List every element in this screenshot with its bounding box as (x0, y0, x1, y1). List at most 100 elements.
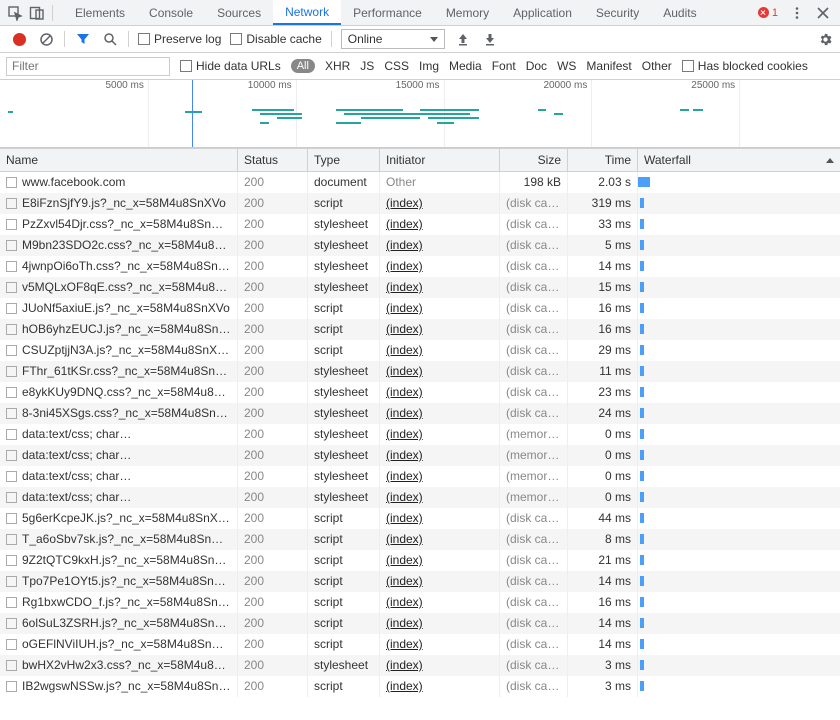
disable-cache-checkbox[interactable]: Disable cache (230, 32, 321, 46)
tab-memory[interactable]: Memory (434, 0, 501, 25)
cell-initiator-link[interactable]: (index) (386, 511, 423, 525)
search-icon[interactable] (101, 30, 119, 48)
col-header-waterfall[interactable]: Waterfall (638, 149, 840, 171)
filter-type-css[interactable]: CSS (384, 59, 409, 73)
table-row[interactable]: data:text/css; char…200stylesheet(index)… (0, 487, 840, 508)
cell-initiator-link[interactable]: (index) (386, 259, 423, 273)
tab-console[interactable]: Console (137, 0, 205, 25)
close-devtools-icon[interactable] (812, 2, 834, 24)
cell-initiator-link[interactable]: (index) (386, 679, 423, 693)
filter-type-manifest[interactable]: Manifest (586, 59, 631, 73)
cell-initiator-link[interactable]: (index) (386, 532, 423, 546)
cell-initiator-link[interactable]: (index) (386, 637, 423, 651)
table-row[interactable]: e8ykKUy9DNQ.css?_nc_x=58M4u8…200styleshe… (0, 382, 840, 403)
throttling-select[interactable]: Online (341, 29, 446, 49)
kebab-menu-icon[interactable] (786, 2, 808, 24)
cell-initiator-link[interactable]: (index) (386, 553, 423, 567)
cell-initiator-link[interactable]: (index) (386, 595, 423, 609)
disable-cache-label: Disable cache (246, 32, 321, 46)
cell-initiator-link[interactable]: (index) (386, 427, 423, 441)
table-row[interactable]: Rg1bxwCDO_f.js?_nc_x=58M4u8Sn…200script(… (0, 592, 840, 613)
record-button[interactable] (10, 30, 28, 48)
tab-application[interactable]: Application (501, 0, 584, 25)
table-row[interactable]: data:text/css; char…200stylesheet(index)… (0, 466, 840, 487)
filter-toggle-icon[interactable] (74, 30, 92, 48)
clear-button[interactable] (37, 30, 55, 48)
table-row[interactable]: 8-3ni45XSgs.css?_nc_x=58M4u8Sn…200styles… (0, 403, 840, 424)
table-row[interactable]: 6olSuL3ZSRH.js?_nc_x=58M4u8Sn…200script(… (0, 613, 840, 634)
table-row[interactable]: hOB6yhzEUCJ.js?_nc_x=58M4u8Sn…200script(… (0, 319, 840, 340)
table-row[interactable]: JUoNf5axiuE.js?_nc_x=58M4u8SnXVo200scrip… (0, 298, 840, 319)
inspect-element-icon[interactable] (4, 2, 26, 24)
filter-type-xhr[interactable]: XHR (325, 59, 350, 73)
cell-initiator-link[interactable]: (index) (386, 574, 423, 588)
col-header-initiator[interactable]: Initiator (380, 149, 500, 171)
col-header-size[interactable]: Size (500, 149, 568, 171)
hide-data-urls-checkbox[interactable]: Hide data URLs (180, 59, 281, 73)
table-row[interactable]: IB2wgswNSSw.js?_nc_x=58M4u8Sn…200script(… (0, 676, 840, 697)
filter-type-img[interactable]: Img (419, 59, 439, 73)
download-har-icon[interactable] (481, 30, 499, 48)
cell-initiator-link[interactable]: (index) (386, 280, 423, 294)
cell-initiator-link[interactable]: (index) (386, 490, 423, 504)
tab-security[interactable]: Security (584, 0, 651, 25)
cell-initiator-link[interactable]: (index) (386, 217, 423, 231)
filter-type-font[interactable]: Font (492, 59, 516, 73)
table-row[interactable]: 5g6erKcpeJK.js?_nc_x=58M4u8SnXVo200scrip… (0, 508, 840, 529)
table-row[interactable]: PzZxvl54Djr.css?_nc_x=58M4u8SnXVo200styl… (0, 214, 840, 235)
grid-body[interactable]: www.facebook.com200documentOther198 kB2.… (0, 172, 840, 720)
tab-elements[interactable]: Elements (63, 0, 137, 25)
cell-initiator-link[interactable]: (index) (386, 364, 423, 378)
table-row[interactable]: Tpo7Pe1OYt5.js?_nc_x=58M4u8Sn…200script(… (0, 571, 840, 592)
cell-size: (disk cac… (500, 256, 568, 277)
cell-initiator-link[interactable]: (index) (386, 448, 423, 462)
preserve-log-checkbox[interactable]: Preserve log (138, 32, 221, 46)
cell-initiator-link[interactable]: (index) (386, 469, 423, 483)
has-blocked-cookies-checkbox[interactable]: Has blocked cookies (682, 59, 808, 73)
col-header-time[interactable]: Time (568, 149, 638, 171)
tab-audits[interactable]: Audits (651, 0, 708, 25)
table-row[interactable]: CSUZptjjN3A.js?_nc_x=58M4u8SnXVo200scrip… (0, 340, 840, 361)
cell-initiator-link[interactable]: (index) (386, 658, 423, 672)
table-row[interactable]: www.facebook.com200documentOther198 kB2.… (0, 172, 840, 193)
table-row[interactable]: T_a6oSbv7sk.js?_nc_x=58M4u8SnXVo200scrip… (0, 529, 840, 550)
filter-type-media[interactable]: Media (449, 59, 482, 73)
filter-type-ws[interactable]: WS (557, 59, 576, 73)
table-row[interactable]: FThr_61tKSr.css?_nc_x=58M4u8Sn…200styles… (0, 361, 840, 382)
tab-performance[interactable]: Performance (341, 0, 434, 25)
cell-initiator-link[interactable]: (index) (386, 196, 423, 210)
upload-har-icon[interactable] (454, 30, 472, 48)
table-row[interactable]: 9Z2tQTC9kxH.js?_nc_x=58M4u8Sn…200script(… (0, 550, 840, 571)
cell-initiator-link[interactable]: (index) (386, 238, 423, 252)
table-row[interactable]: data:text/css; char…200stylesheet(index)… (0, 445, 840, 466)
cell-initiator-link[interactable]: (index) (386, 406, 423, 420)
toggle-device-icon[interactable] (26, 2, 48, 24)
cell-waterfall (638, 277, 840, 298)
table-row[interactable]: oGEFlNViIUH.js?_nc_x=58M4u8SnXVo200scrip… (0, 634, 840, 655)
cell-initiator-link[interactable]: (index) (386, 301, 423, 315)
cell-initiator-link[interactable]: (index) (386, 343, 423, 357)
cell-initiator-link[interactable]: (index) (386, 616, 423, 630)
table-row[interactable]: v5MQLxOF8qE.css?_nc_x=58M4u8…200styleshe… (0, 277, 840, 298)
table-row[interactable]: M9bn23SDO2c.css?_nc_x=58M4u8…200styleshe… (0, 235, 840, 256)
table-row[interactable]: data:text/css; char…200stylesheet(index)… (0, 424, 840, 445)
table-row[interactable]: bwHX2vHw2x3.css?_nc_x=58M4u8…200styleshe… (0, 655, 840, 676)
network-overview-strip[interactable]: 5000 ms10000 ms15000 ms20000 ms25000 ms (0, 80, 840, 148)
filter-type-js[interactable]: JS (360, 59, 374, 73)
col-header-name[interactable]: Name (0, 149, 238, 171)
col-header-type[interactable]: Type (308, 149, 380, 171)
table-row[interactable]: E8iFznSjfY9.js?_nc_x=58M4u8SnXVo200scrip… (0, 193, 840, 214)
cell-initiator-link[interactable]: (index) (386, 385, 423, 399)
cell-type: stylesheet (308, 214, 380, 235)
error-indicator[interactable]: 1 (754, 7, 782, 19)
filter-type-other[interactable]: Other (642, 59, 672, 73)
tab-network[interactable]: Network (273, 0, 341, 25)
filter-type-all[interactable]: All (291, 59, 315, 73)
settings-gear-icon[interactable] (816, 30, 834, 48)
filter-input[interactable] (6, 57, 170, 76)
cell-initiator-link[interactable]: (index) (386, 322, 423, 336)
table-row[interactable]: 4jwnpOi6oTh.css?_nc_x=58M4u8Sn…200styles… (0, 256, 840, 277)
col-header-status[interactable]: Status (238, 149, 308, 171)
tab-sources[interactable]: Sources (205, 0, 273, 25)
filter-type-doc[interactable]: Doc (526, 59, 547, 73)
